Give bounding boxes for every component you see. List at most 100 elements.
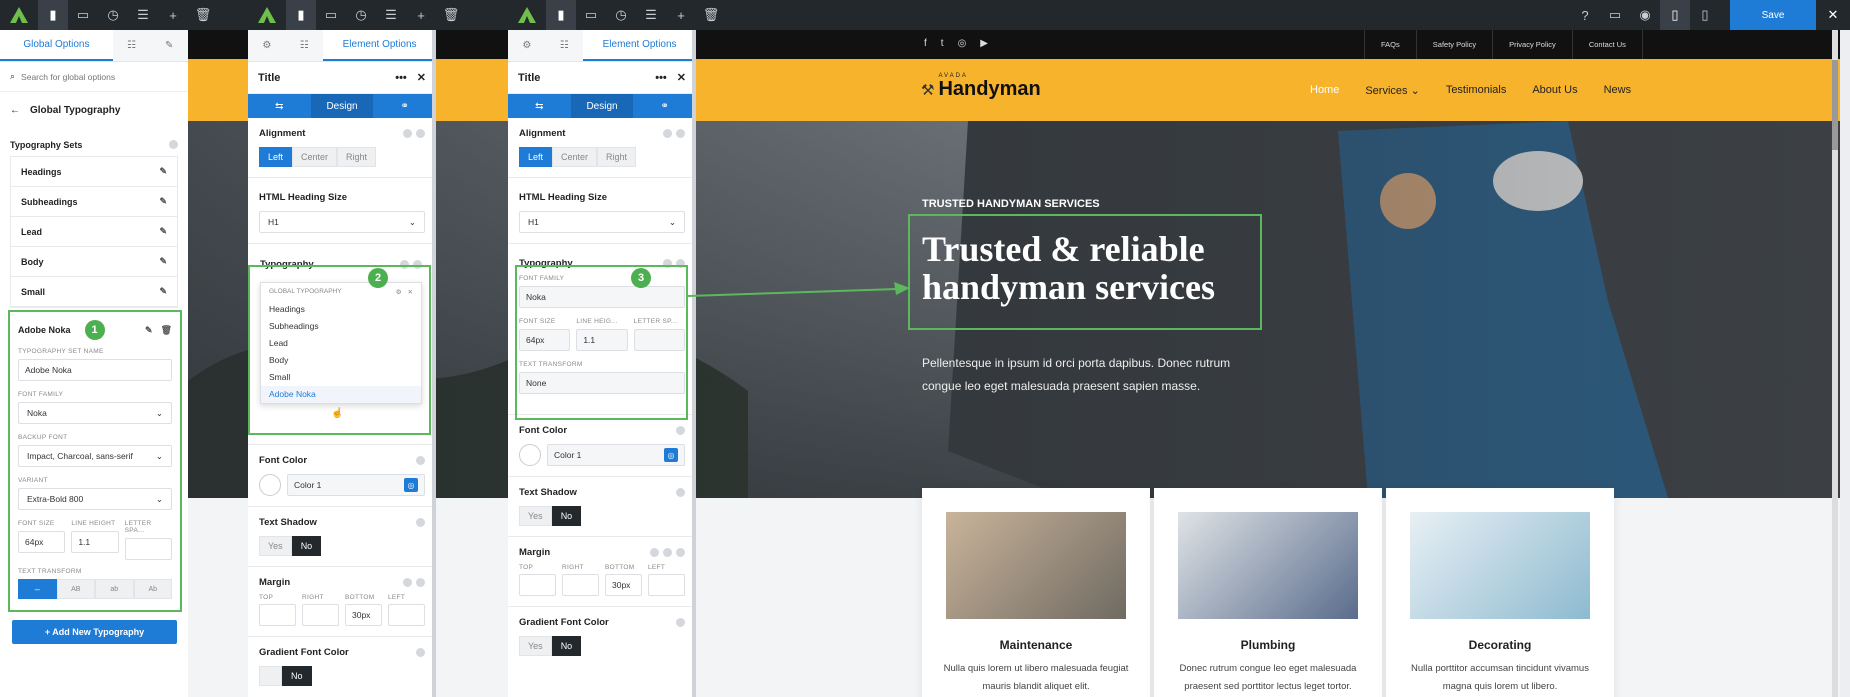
- font-family-select[interactable]: Noka ⌄: [18, 402, 172, 424]
- service-card-maintenance[interactable]: Maintenance Nulla quis lorem ut libero m…: [922, 488, 1150, 697]
- help-icon[interactable]: [169, 140, 178, 149]
- help-icon[interactable]: [403, 578, 412, 587]
- tab-element-options[interactable]: Element Options: [583, 30, 696, 61]
- pencil-icon[interactable]: ✎: [159, 286, 167, 297]
- history-icon[interactable]: ◷: [346, 0, 376, 30]
- general-tab-icon[interactable]: ⇆: [248, 94, 311, 118]
- set-name-input[interactable]: Adobe Noka: [18, 359, 172, 381]
- tab-design[interactable]: Design: [570, 94, 634, 118]
- responsive-icon[interactable]: [416, 578, 425, 587]
- help-icon[interactable]: [416, 456, 425, 465]
- help-icon[interactable]: [676, 618, 685, 627]
- set-lead[interactable]: Lead ✎: [11, 217, 177, 247]
- help-icon[interactable]: [416, 648, 425, 657]
- site-logo[interactable]: ⚒ AVADA Handyman: [921, 73, 1041, 99]
- align-left[interactable]: Left: [519, 147, 553, 167]
- add-element-icon[interactable]: +: [406, 0, 436, 30]
- shadow-yes[interactable]: Yes: [259, 536, 292, 556]
- top-link-contact[interactable]: Contact Us: [1571, 30, 1643, 59]
- close-icon[interactable]: ✕: [417, 71, 426, 84]
- sidebar-toggle-icon[interactable]: ▮: [286, 0, 316, 30]
- avada-logo-icon[interactable]: [508, 0, 546, 30]
- toggle-icon[interactable]: ☰: [636, 0, 666, 30]
- help-icon[interactable]: [676, 426, 685, 435]
- service-card-decorating[interactable]: Decorating Nulla porttitor accumsan tinc…: [1386, 488, 1614, 697]
- align-right[interactable]: Right: [597, 147, 637, 167]
- set-subheadings[interactable]: Subheadings ✎: [11, 187, 177, 217]
- globe-icon[interactable]: ◎: [404, 478, 418, 492]
- nav-home[interactable]: Home: [1310, 84, 1339, 97]
- margin-right-input[interactable]: [302, 604, 339, 626]
- gradient-yes[interactable]: Yes: [519, 636, 552, 656]
- margin-top-input[interactable]: [259, 604, 296, 626]
- top-link-privacy[interactable]: Privacy Policy: [1492, 30, 1572, 59]
- help-icon[interactable]: ?: [1570, 0, 1600, 30]
- shadow-no[interactable]: No: [551, 506, 582, 526]
- sliders-icon[interactable]: ☷: [546, 30, 584, 61]
- shadow-yes[interactable]: Yes: [519, 506, 552, 526]
- set-headings[interactable]: Headings ✎: [11, 157, 177, 187]
- margin-bottom-input[interactable]: 30px: [345, 604, 382, 626]
- reset-icon[interactable]: [663, 548, 672, 557]
- history-icon[interactable]: ◷: [606, 0, 636, 30]
- sliders-icon[interactable]: ☷: [113, 30, 151, 61]
- gradient-no[interactable]: No: [282, 666, 312, 686]
- color-swatch[interactable]: [519, 444, 541, 466]
- top-link-safety[interactable]: Safety Policy: [1415, 30, 1492, 59]
- nav-testimonials[interactable]: Testimonials: [1446, 84, 1507, 97]
- hero-lead[interactable]: Pellentesque in ipsum id orci porta dapi…: [922, 352, 1230, 398]
- gear-icon[interactable]: ⚙: [508, 30, 546, 61]
- align-center[interactable]: Center: [552, 147, 598, 167]
- add-new-typography-button[interactable]: + Add New Typography: [12, 620, 177, 644]
- more-icon[interactable]: •••: [395, 72, 407, 84]
- trash-icon[interactable]: 🗑: [436, 0, 466, 30]
- add-element-icon[interactable]: +: [158, 0, 188, 30]
- close-icon[interactable]: ✕: [677, 71, 686, 84]
- responsive-icon[interactable]: [416, 129, 425, 138]
- margin-left-input[interactable]: [648, 574, 685, 596]
- color-swatch[interactable]: [259, 474, 281, 496]
- responsive-icon[interactable]: [676, 129, 685, 138]
- close-icon[interactable]: ✕: [1816, 0, 1850, 30]
- youtube-icon[interactable]: ▶: [980, 38, 988, 49]
- instagram-icon[interactable]: ◎: [958, 38, 967, 49]
- variant-select[interactable]: Extra-Bold 800 ⌄: [18, 488, 172, 510]
- sidebar-toggle-icon[interactable]: ▮: [38, 0, 68, 30]
- hero-eyebrow[interactable]: TRUSTED HANDYMAN SERVICES: [922, 198, 1100, 210]
- avada-logo-icon[interactable]: [248, 0, 286, 30]
- top-link-faqs[interactable]: FAQs: [1364, 30, 1416, 59]
- tab-global-options[interactable]: Global Options: [0, 30, 113, 61]
- sidebar-toggle-icon[interactable]: ▮: [546, 0, 576, 30]
- facebook-icon[interactable]: f: [924, 38, 927, 49]
- responsive-icon[interactable]: [676, 548, 685, 557]
- page-alt-icon[interactable]: ▯: [1690, 0, 1720, 30]
- margin-right-input[interactable]: [562, 574, 599, 596]
- back-arrow-icon[interactable]: ←: [10, 105, 20, 116]
- align-center[interactable]: Center: [292, 147, 338, 167]
- tab-element-options[interactable]: Element Options: [323, 30, 436, 61]
- help-icon[interactable]: [403, 129, 412, 138]
- transform-capital[interactable]: Ab: [133, 579, 172, 599]
- transform-upper[interactable]: AB: [56, 579, 95, 599]
- panel-scrollbar[interactable]: [692, 30, 696, 697]
- service-card-plumbing[interactable]: Plumbing Donec rutrum congue leo eget ma…: [1154, 488, 1382, 697]
- desktop-preview-icon[interactable]: ▭: [1600, 0, 1630, 30]
- help-icon[interactable]: [663, 129, 672, 138]
- toggle-icon[interactable]: ☰: [376, 0, 406, 30]
- preview-scrollbar[interactable]: [1832, 30, 1838, 697]
- backup-font-select[interactable]: Impact, Charcoal, sans-serif ⌄: [18, 445, 172, 467]
- pencil-icon[interactable]: ✎: [150, 30, 188, 61]
- scrollbar-thumb[interactable]: [1832, 60, 1838, 150]
- gradient-no[interactable]: No: [551, 636, 582, 656]
- align-left[interactable]: Left: [259, 147, 293, 167]
- help-icon[interactable]: [416, 518, 425, 527]
- gradient-yes[interactable]: [259, 666, 283, 686]
- pencil-icon[interactable]: ✎: [145, 325, 153, 336]
- help-icon[interactable]: [676, 488, 685, 497]
- add-element-icon[interactable]: +: [666, 0, 696, 30]
- margin-bottom-input[interactable]: 30px: [605, 574, 642, 596]
- extras-tab-icon[interactable]: ⚭: [633, 94, 696, 118]
- sliders-icon[interactable]: ☷: [286, 30, 324, 61]
- general-tab-icon[interactable]: ⇆: [508, 94, 571, 118]
- toggle-icon[interactable]: ☰: [128, 0, 158, 30]
